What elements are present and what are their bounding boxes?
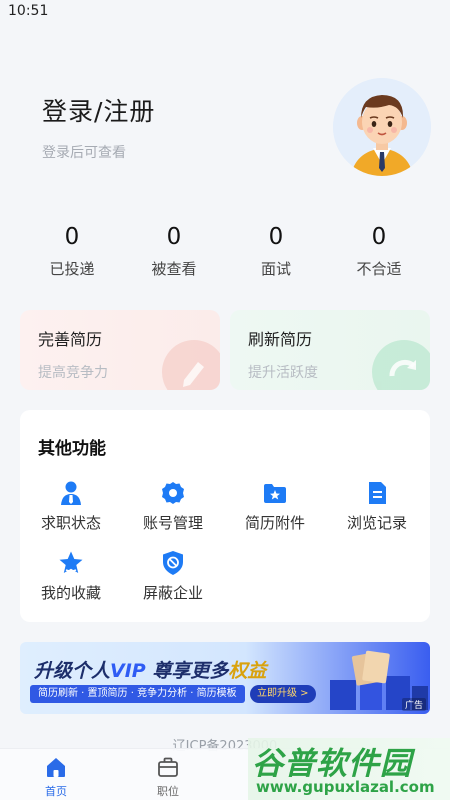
- feature-label: 屏蔽企业: [142, 584, 203, 602]
- feature-label: 我的收藏: [40, 584, 101, 602]
- stat-value: 0: [166, 224, 182, 250]
- folder-star-icon: [264, 484, 286, 503]
- stat-label: 被查看: [151, 260, 197, 278]
- status-time: 10:51: [8, 3, 49, 19]
- stat-unsuitable[interactable]: 0 不合适: [327, 222, 431, 279]
- status-bar: 10:51: [0, 0, 450, 24]
- feature-job-status[interactable]: 求职状态: [20, 480, 122, 533]
- refresh-resume-card[interactable]: 刷新简历 提升活跃度: [230, 310, 430, 390]
- gear-icon: [162, 482, 184, 504]
- star-icon: [59, 551, 83, 573]
- application-stats: 0 已投递 0 被查看 0 面试 0 不合适: [0, 222, 450, 282]
- tab-jobs[interactable]: 职位: [138, 755, 198, 799]
- stat-value: 0: [268, 224, 284, 250]
- feature-label: 账号管理: [142, 514, 203, 532]
- feature-block-company[interactable]: 屏蔽企业: [122, 550, 224, 603]
- ad-tag: 广告: [401, 698, 426, 711]
- features-title: 其他功能: [38, 439, 106, 459]
- feature-label: 浏览记录: [346, 514, 407, 532]
- tab-home[interactable]: 首页: [26, 755, 86, 799]
- stat-viewed[interactable]: 0 被查看: [122, 222, 226, 279]
- vip-upgrade-banner[interactable]: 升级个人VIP 尊享更多权益 简历刷新 · 置顶简历 · 竞争力分析 · 简历模…: [20, 642, 430, 714]
- other-features-panel: 其他功能 求职状态 账号管理 简历附件 浏览记录 我的收藏 屏蔽企业: [20, 410, 430, 622]
- watermark-overlay: 谷普软件园 www.gupuxlazal.com: [248, 738, 450, 800]
- feature-browse-history[interactable]: 浏览记录: [326, 480, 428, 533]
- banner-title-gold: 权益: [228, 660, 267, 682]
- banner-title-vip: VIP: [110, 660, 146, 682]
- feature-label: 求职状态: [40, 514, 101, 532]
- stat-delivered[interactable]: 0 已投递: [20, 222, 124, 279]
- avatar[interactable]: [333, 78, 431, 176]
- tab-label: 首页: [45, 785, 67, 798]
- watermark-brand: 谷普软件园: [252, 746, 412, 782]
- stat-interview[interactable]: 0 面试: [224, 222, 328, 279]
- document-icon: [369, 482, 386, 504]
- resume-card-row: 完善简历 提高竞争力 刷新简历 提升活跃度: [20, 310, 430, 390]
- upgrade-now-button[interactable]: 立即升级 >: [250, 685, 316, 703]
- tab-label: 职位: [157, 785, 179, 798]
- stat-label: 已投递: [49, 260, 95, 278]
- complete-resume-card[interactable]: 完善简历 提高竞争力: [20, 310, 220, 390]
- banner-title: 升级个人VIP 尊享更多权益: [34, 656, 266, 683]
- banner-title-part: 升级个人: [34, 660, 111, 682]
- block-shield-icon: [163, 551, 183, 575]
- feature-label: 简历附件: [244, 514, 305, 532]
- home-icon: [47, 758, 65, 777]
- avatar-illustration: [333, 78, 431, 176]
- job-status-icon: [61, 481, 81, 505]
- stat-value: 0: [371, 224, 387, 250]
- refresh-icon: [372, 340, 430, 390]
- briefcase-icon: [158, 757, 178, 777]
- stat-label: 面试: [260, 260, 291, 278]
- feature-my-favorites[interactable]: 我的收藏: [20, 550, 122, 603]
- banner-title-part: 尊享更多: [152, 660, 229, 682]
- watermark-url: www.gupuxlazal.com: [256, 778, 435, 796]
- banner-features: 简历刷新 · 置顶简历 · 竞争力分析 · 简历模板: [30, 685, 245, 703]
- stat-label: 不合适: [356, 260, 402, 278]
- feature-resume-attachment[interactable]: 简历附件: [224, 480, 326, 533]
- login-register-link[interactable]: 登录/注册: [42, 92, 155, 128]
- pencil-icon: [162, 340, 220, 390]
- feature-account-management[interactable]: 账号管理: [122, 480, 224, 533]
- login-hint: 登录后可查看: [42, 145, 126, 161]
- stat-value: 0: [64, 224, 80, 250]
